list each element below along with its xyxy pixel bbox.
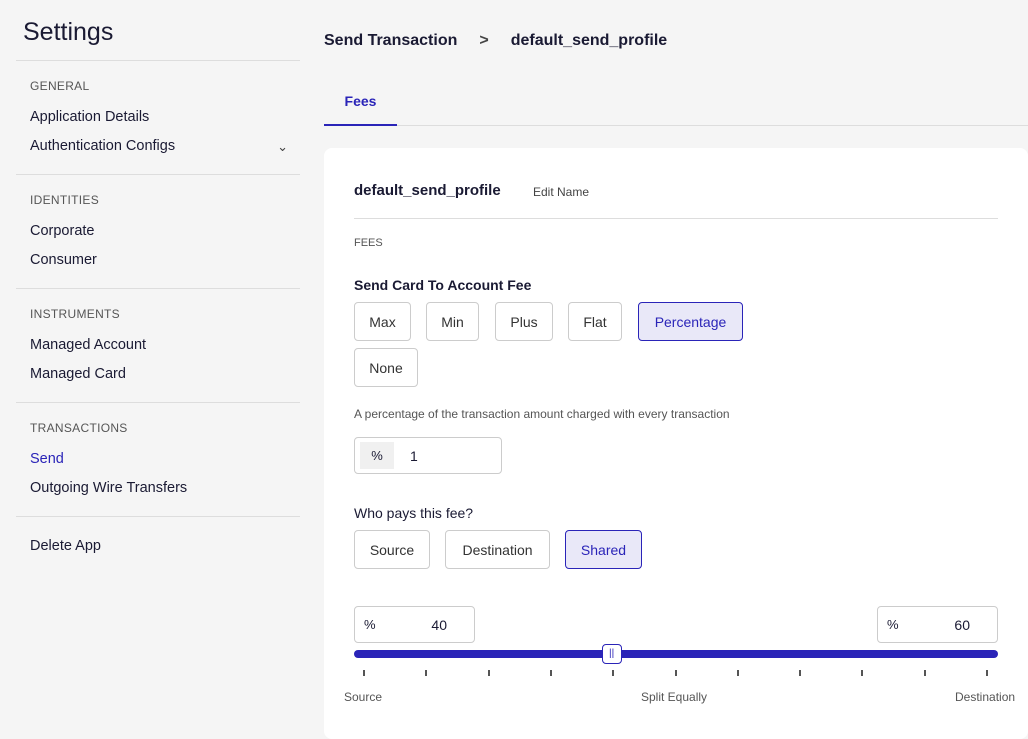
sidebar-item-label: Outgoing Wire Transfers (30, 480, 188, 496)
sidebar-item[interactable]: Corporate (30, 217, 300, 246)
payer-source-button[interactable]: Source (354, 530, 430, 569)
slider-thumb[interactable]: || (601, 644, 622, 664)
tab-bar: Fees (324, 70, 1028, 126)
fees-heading: FEES (354, 237, 383, 249)
fee-type-max-button[interactable]: Max (354, 302, 411, 341)
fee-value-input[interactable]: % 1 (354, 437, 502, 474)
sidebar-item[interactable]: Authentication Configs ⌄ (30, 132, 300, 161)
slider-label-split-equally: Split Equally (641, 690, 708, 704)
profile-name: default_send_profile (354, 182, 501, 199)
sidebar-item-label: Corporate (30, 223, 95, 239)
sidebar: Settings GENERAL Application Details Authe… (0, 0, 316, 729)
sidebar-item[interactable]: Delete App (30, 532, 300, 561)
sidebar-heading: TRANSACTIONS (30, 421, 128, 435)
slider-tick (674, 670, 677, 676)
sidebar-heading: GENERAL (30, 79, 90, 93)
sidebar-heading: IDENTITIES (30, 193, 100, 207)
sidebar-title: Settings (23, 18, 114, 46)
fee-type-min-button[interactable]: Min (426, 302, 479, 341)
sidebar-item-label: Managed Card (30, 366, 126, 382)
sidebar-section: GENERAL Application Details Authentication… (16, 60, 300, 161)
sidebar-item-label: Application Details (30, 109, 150, 125)
slider-label-source: Source (344, 690, 383, 704)
breadcrumb-send-transaction[interactable]: Send Transaction (324, 32, 457, 50)
slider-tick (923, 670, 926, 676)
split-slider[interactable]: || (354, 644, 998, 664)
slider-tick (736, 670, 739, 676)
slider-tick (363, 670, 365, 676)
fee-description: A percentage of the transaction amount c… (354, 407, 730, 421)
sidebar-item-label: Delete App (30, 538, 101, 554)
percent-unit: % (360, 442, 394, 469)
sidebar-heading: INSTRUMENTS (30, 307, 120, 321)
sidebar-item[interactable]: Managed Account (30, 331, 300, 360)
fee-card: default_send_profile Edit Name FEES Send… (324, 148, 1028, 739)
slider-tick (986, 670, 988, 676)
source-split-value: 40 (431, 616, 447, 633)
sidebar-item[interactable]: Managed Card (30, 360, 300, 389)
destination-split-input[interactable]: % 60 (877, 606, 998, 643)
source-unit: % (364, 617, 376, 632)
sidebar-item[interactable]: Application Details (30, 103, 300, 132)
slider-tick (861, 670, 864, 676)
tab-fees[interactable]: Fees (324, 70, 397, 126)
sidebar-item-label: Send (30, 451, 64, 467)
sidebar-section: IDENTITIES Corporate Consumer (16, 174, 300, 275)
fee-value: 1 (410, 447, 418, 464)
source-split-input[interactable]: % 40 (354, 606, 475, 643)
sidebar-item-label: Authentication Configs (30, 138, 176, 154)
slider-tick (487, 670, 490, 676)
breadcrumb: Send Transaction > default_send_profile (324, 32, 667, 50)
slider-tick (612, 670, 615, 676)
sidebar-section: TRANSACTIONS Send Outgoing Wire Transfers (16, 402, 300, 503)
slider-label-destination: Destination (955, 690, 1016, 704)
destination-unit: % (887, 617, 899, 632)
slider-tick (799, 670, 802, 676)
sidebar-item[interactable]: Send (30, 445, 300, 474)
fee-type-none-button[interactable]: None (354, 348, 418, 387)
sidebar-item-label: Managed Account (30, 337, 147, 353)
destination-split-value: 60 (954, 616, 970, 633)
fee-type-flat-button[interactable]: Flat (568, 302, 622, 341)
divider (354, 218, 998, 219)
payer-shared-button[interactable]: Shared (565, 530, 642, 569)
breadcrumb-profile: default_send_profile (510, 32, 668, 49)
fee-type-plus-button[interactable]: Plus (495, 302, 553, 341)
chevron-right-icon: > (479, 32, 489, 49)
sidebar-item-label: Consumer (30, 252, 97, 268)
payer-destination-button[interactable]: Destination (445, 530, 550, 569)
sidebar-section: Delete App (16, 516, 300, 561)
fee-type-percentage-button[interactable]: Percentage (638, 302, 743, 341)
sidebar-item[interactable]: Outgoing Wire Transfers (30, 474, 300, 503)
slider-tick (549, 670, 552, 676)
slider-tick (425, 670, 428, 676)
sidebar-item[interactable]: Consumer (30, 246, 300, 275)
fee-label: Send Card To Account Fee (354, 277, 532, 293)
sidebar-section: INSTRUMENTS Managed Account Managed Card (16, 288, 300, 389)
edit-name-link[interactable]: Edit Name (533, 185, 589, 199)
chevron-down-icon[interactable]: ⌄ (277, 132, 288, 161)
main: Send Transaction > default_send_profile … (324, 0, 1028, 739)
payer-label: Who pays this fee? (354, 505, 474, 521)
